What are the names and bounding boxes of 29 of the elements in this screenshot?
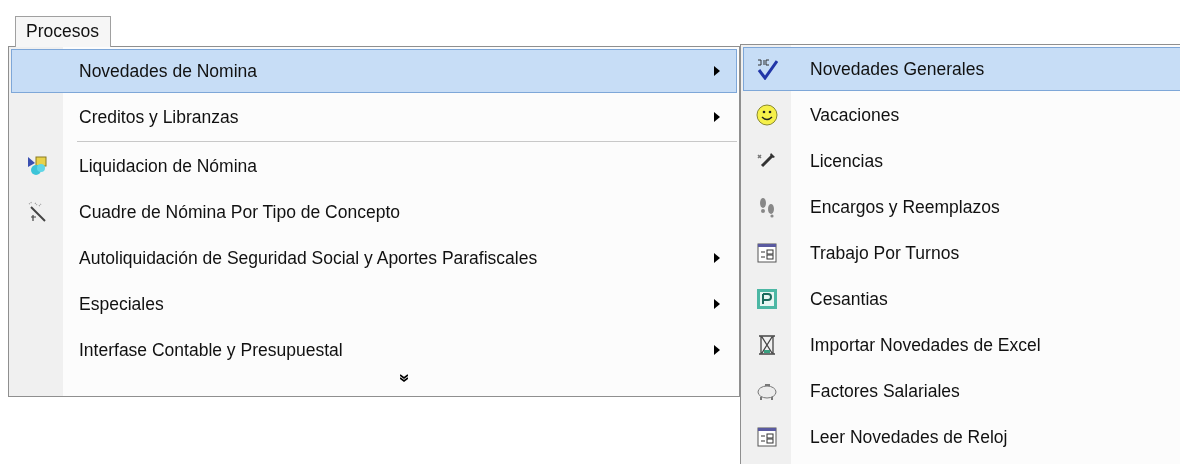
spellcheck-icon [756,58,778,80]
menu-item[interactable]: Leer Novedades de Reloj [743,415,1180,459]
menu-item[interactable]: Novedades de Nomina [11,49,737,93]
submenu-arrow-icon [714,66,720,76]
menu-item[interactable]: Factores Salariales [743,369,1180,413]
form-icon [756,426,778,448]
document-icon [756,288,778,310]
menu-item[interactable]: Novedades Generales [743,47,1180,91]
menu-item[interactable]: Liquidacion de Nómina [11,144,737,188]
menu-item[interactable]: Importar Novedades de Excel [743,323,1180,367]
form-icon [756,242,778,264]
menu-item[interactable]: Trabajo Por Turnos [743,231,1180,275]
cubes-icon [27,155,49,177]
menu-item[interactable]: Encargos y Reemplazos [743,185,1180,229]
menu-tab[interactable]: Procesos [15,16,111,47]
menu-item[interactable]: Autoliquidación de Seguridad Social y Aportes Parafiscales [11,236,737,280]
menu-item[interactable]: Licencias [743,139,1180,183]
submenu-arrow-icon [714,112,720,122]
menu-item[interactable]: Creditos y Libranzas [11,95,737,139]
hourglass-icon [756,334,778,356]
menu-item[interactable]: Vacaciones [743,93,1180,137]
submenu-arrow-icon [714,299,720,309]
menu-item[interactable]: Interfase Contable y Presupuestal [11,328,737,372]
submenu-arrow-icon [714,253,720,263]
menu-item[interactable]: Especiales [11,282,737,326]
submenu-arrow-icon [714,345,720,355]
menu-item[interactable]: Cuadre de Nómina Por Tipo de Concepto [11,190,737,234]
menu-item[interactable]: Cesantias [743,277,1180,321]
smiley-icon [756,104,778,126]
